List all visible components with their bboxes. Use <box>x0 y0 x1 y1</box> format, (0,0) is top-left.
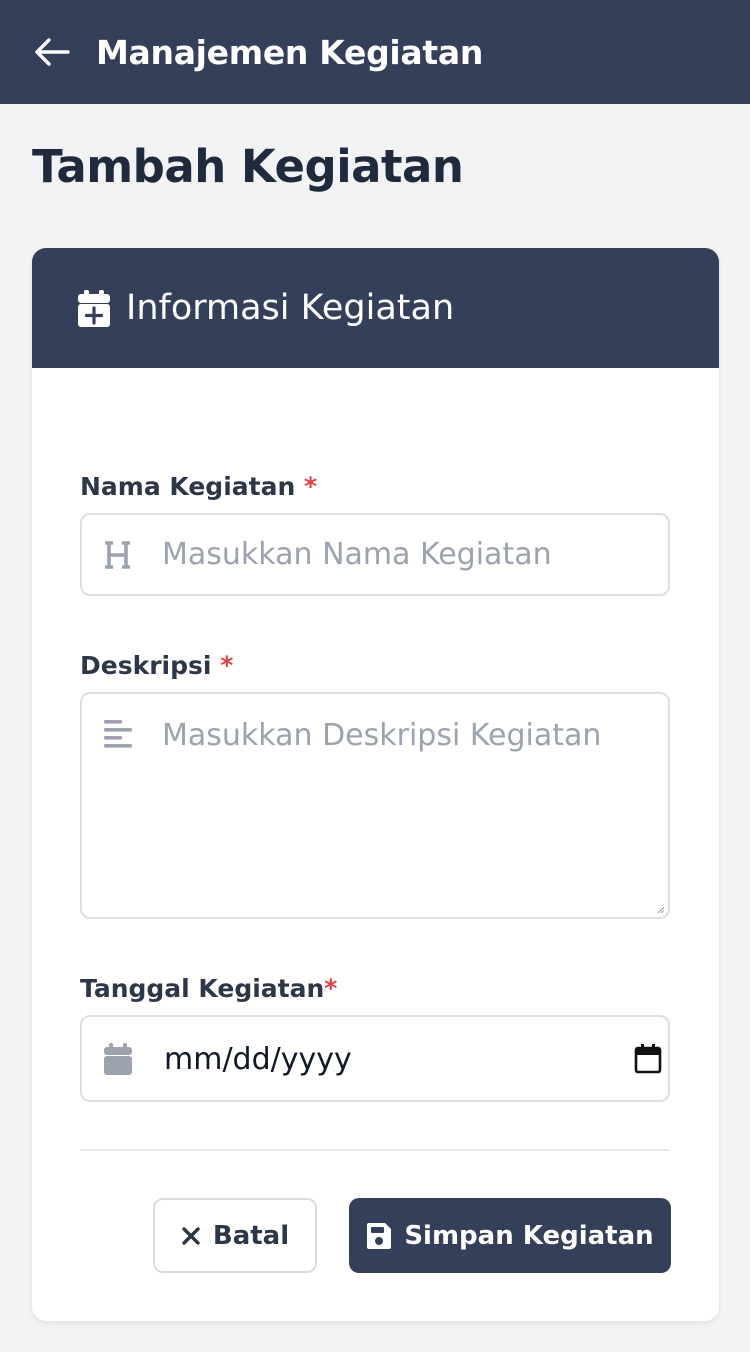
card-header-title: Informasi Kegiatan <box>126 288 455 328</box>
calendar-picker-icon[interactable] <box>634 1044 662 1074</box>
date-label-text: Tanggal Kegiatan <box>80 974 325 1003</box>
align-left-icon <box>104 720 132 748</box>
required-mark: * <box>303 472 318 501</box>
description-placeholder: Masukkan Deskripsi Kegiatan <box>162 718 602 753</box>
page-title: Tambah Kegiatan <box>32 140 464 193</box>
app-header: Manajemen Kegiatan <box>0 0 750 104</box>
activity-form-card: Informasi Kegiatan Nama Kegiatan * Masuk… <box>32 248 719 1321</box>
description-label-text: Deskripsi <box>80 651 212 680</box>
cancel-button[interactable]: Batal <box>153 1198 317 1273</box>
name-label-text: Nama Kegiatan <box>80 472 296 501</box>
cancel-button-label: Batal <box>212 1220 290 1251</box>
resize-handle[interactable] <box>658 907 664 913</box>
divider <box>80 1149 670 1151</box>
name-placeholder: Masukkan Nama Kegiatan <box>162 537 552 572</box>
app-title: Manajemen Kegiatan <box>96 32 484 72</box>
calendar-plus-icon <box>78 289 110 327</box>
close-icon <box>182 1226 200 1245</box>
date-value: mm/dd/yyyy <box>164 1042 352 1077</box>
required-mark: * <box>324 974 338 1003</box>
save-icon <box>367 1222 392 1249</box>
description-textarea[interactable]: Masukkan Deskripsi Kegiatan <box>80 692 670 919</box>
arrow-left-icon <box>35 38 70 66</box>
description-field-label: Deskripsi * <box>80 651 233 680</box>
date-input[interactable]: mm/dd/yyyy <box>80 1015 670 1102</box>
name-field-label: Nama Kegiatan * <box>80 472 317 501</box>
heading-icon <box>105 541 130 569</box>
save-activity-button[interactable]: Simpan Kegiatan <box>349 1198 671 1273</box>
back-button[interactable] <box>32 32 72 72</box>
name-input[interactable]: Masukkan Nama Kegiatan <box>80 513 670 596</box>
date-field-label: Tanggal Kegiatan* <box>80 974 337 1003</box>
required-mark: * <box>220 651 234 680</box>
calendar-icon <box>104 1043 132 1075</box>
card-header: Informasi Kegiatan <box>32 248 719 368</box>
save-button-label: Simpan Kegiatan <box>404 1220 654 1251</box>
